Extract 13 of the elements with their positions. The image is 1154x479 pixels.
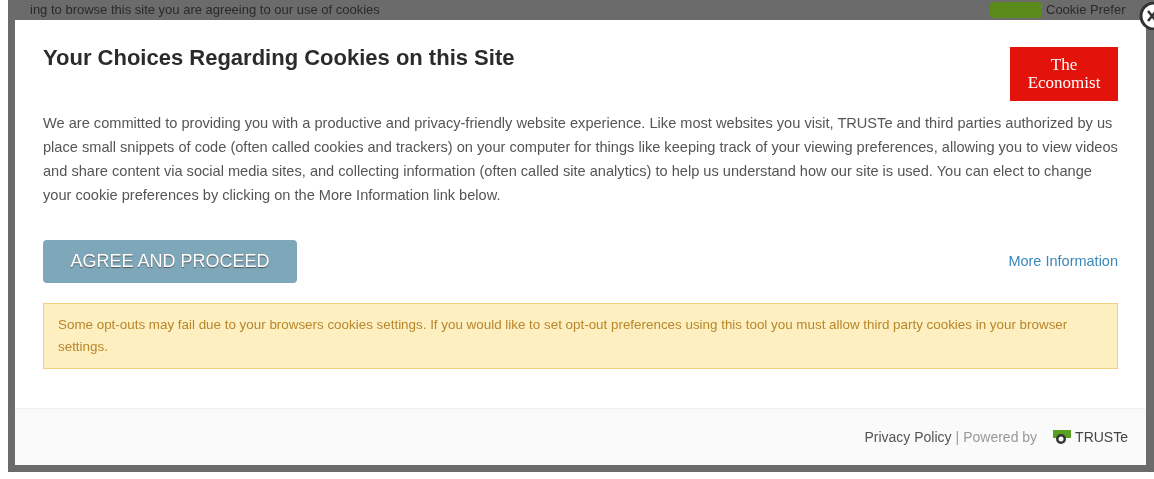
powered-by-text: Powered by [963, 427, 1038, 447]
dialog-description: We are committed to providing you with a productive and privacy-friendly website experience. Like most websites you visit, TRUSTe and third parties authorized by us place small snippets of code (often called cookies and trackers) on your computer for things like keeping track of your viewing preferences, allowing you to view videos and share content via social media sites, and collecting information (often called site analytics) to help us understand how our site is used. You can elect to change your cookie preferences by clicking on the More Information link below. [43, 114, 1118, 205]
cookie-notice-text: ing to browse this site you are agreeing to our use of cookies [30, 2, 380, 18]
truste-brand-text: TRUSTe [1075, 427, 1128, 447]
truste-logo-icon [1053, 429, 1072, 445]
economist-logo: The Economist [1010, 47, 1118, 101]
privacy-policy-link[interactable]: Privacy Policy [864, 426, 952, 448]
cookie-preferences-link[interactable]: Cookie Prefer [1046, 2, 1126, 18]
more-information-link[interactable]: More Information [1008, 250, 1118, 273]
dialog-title: Your Choices Regarding Cookies on this Site [43, 44, 515, 72]
separator: | [955, 427, 960, 447]
agree-button[interactable]: AGREE AND PROCEED [43, 240, 297, 283]
warning-message: Some opt-outs may fail due to your browsers cookies settings. If you would like to set opt-out preferences using this tool you must allow third party cookies in your browser settings. [43, 303, 1118, 369]
